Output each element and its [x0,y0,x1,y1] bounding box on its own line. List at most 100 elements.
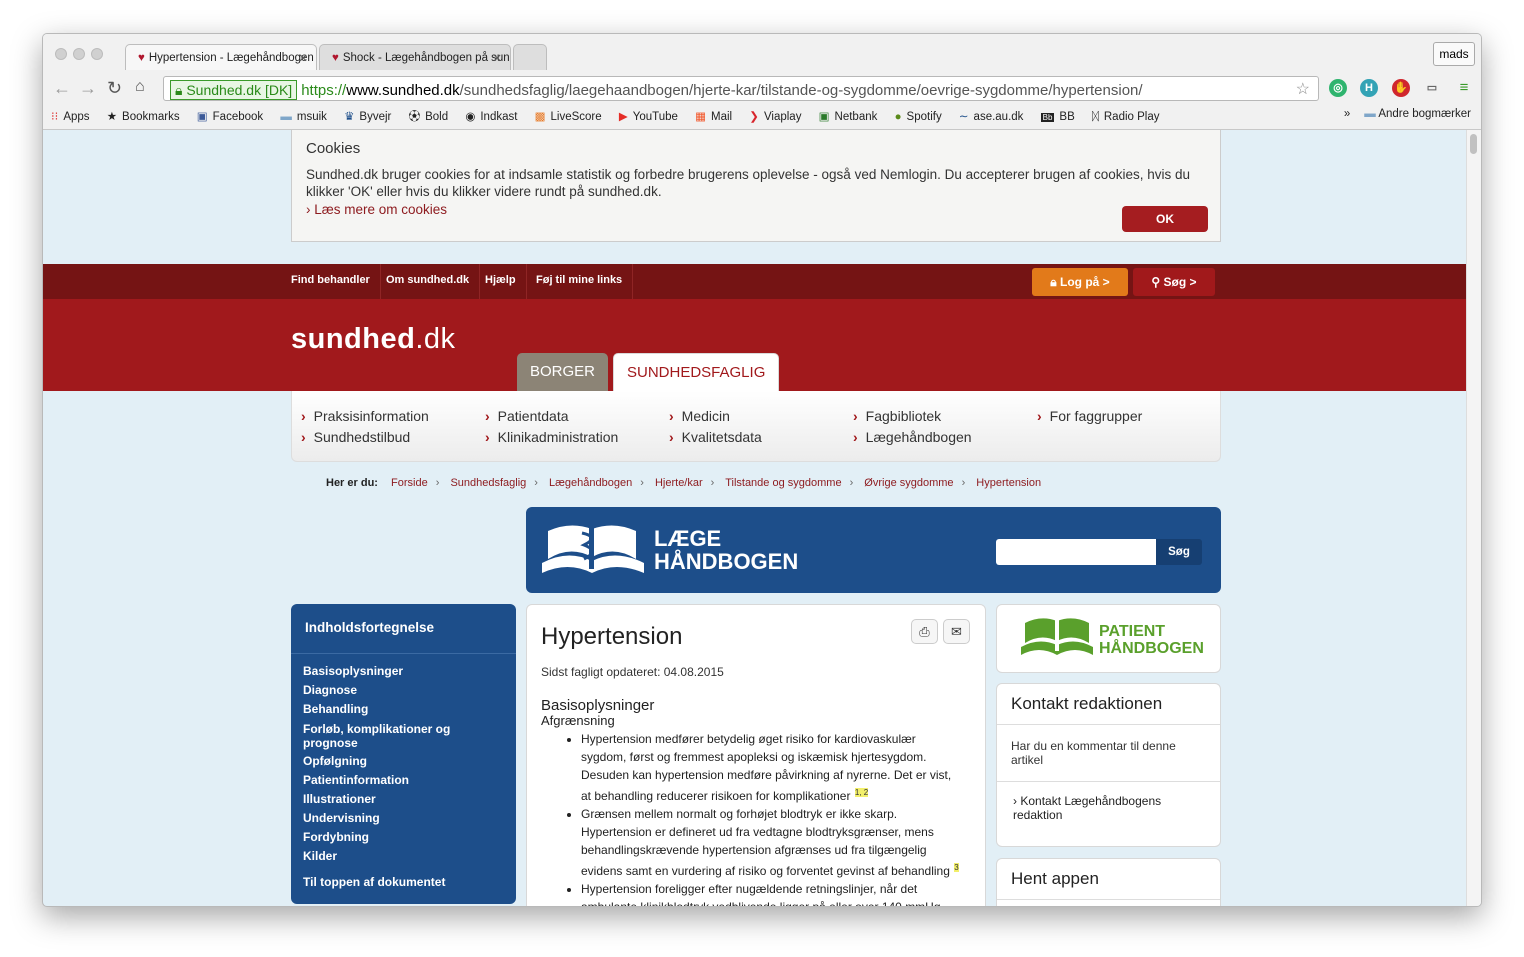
menu-item-fagbibliotek[interactable]: Fagbibliotek [853,408,942,424]
email-icon[interactable]: ✉ [943,619,970,644]
bookmark-youtube[interactable]: ▶ YouTube [619,109,678,123]
bookmark-indkast[interactable]: ◉ Indkast [465,109,517,123]
toc-item[interactable]: Fordybning [303,828,483,847]
to-top-link[interactable]: Til toppen af dokumentet [303,875,445,889]
bookmark-bookmarks[interactable]: ★ Bookmarks [107,109,180,123]
bookmark-spotify[interactable]: ● Spotify [895,111,942,123]
bookmark-radioplay[interactable]: ᛞ Radio Play [1092,111,1160,123]
adblock-icon[interactable]: ✋ [1392,79,1410,97]
bookmark-livescore[interactable]: ▩ LiveScore [535,109,602,123]
cookie-more-link[interactable]: › Læs mere om cookies [306,202,1206,217]
print-icon[interactable]: ⎙ [911,619,938,644]
menu-item-laegehaandbogen[interactable]: Lægehåndbogen [853,429,972,445]
minimize-dot[interactable] [73,48,85,60]
toc-item[interactable]: Basisoplysninger [303,662,483,681]
toc-item[interactable]: Kilder [303,847,483,866]
tab-borger[interactable]: BORGER [517,353,609,391]
contact-text: Har du en kommentar til denne artikel [1011,739,1176,767]
bookmark-facebook[interactable]: ▣ Facebook [197,109,263,123]
crumb-forside[interactable]: Forside [391,477,428,489]
menu-item-sundhedstilbud[interactable]: Sundhedstilbud [301,429,411,445]
menu-item-klinikadministration[interactable]: Klinikadministration [485,429,619,445]
back-icon[interactable]: ← [53,78,71,99]
bookmark-msuik[interactable]: ▬ msuik [280,111,327,123]
reload-icon[interactable]: ↻ [107,78,122,99]
menu-item-for-faggrupper[interactable]: For faggrupper [1037,408,1143,424]
app-title[interactable]: Hent appen [997,859,1220,900]
close-icon[interactable]: ✕ [298,51,308,65]
zoom-dot[interactable] [91,48,103,60]
toc-item[interactable]: Illustrationer [303,790,483,809]
cast-icon[interactable]: ▭ [1423,79,1441,97]
tab-hypertension[interactable]: ♥ Hypertension - Lægehåndbogen ✕ [125,44,317,70]
reference-link[interactable]: 3 [954,863,959,872]
heart-icon: ♥ [138,52,145,64]
laegehaandbogen-title[interactable]: LÆGE HÅNDBOGEN [654,527,798,573]
crumb-hypertension[interactable]: Hypertension [976,477,1041,489]
crumb-tilstande[interactable]: Tilstande og sygdomme [725,477,841,489]
address-bar[interactable]: 🔒︎ Sundhed.dk [DK] https://www.sundhed.dk… [163,76,1319,101]
login-button[interactable]: 🔒︎ Log på > [1032,268,1128,296]
menu-item-medicin[interactable]: Medicin [669,408,730,424]
link-hjaelp[interactable]: Hjælp [475,264,527,299]
reference-link[interactable]: 1, 2 [854,788,869,797]
bookmark-ase[interactable]: ∼ ase.au.dk [959,109,1024,123]
bookmark-viaplay[interactable]: ❯ Viaplay [749,109,801,123]
toc-item[interactable]: Patientinformation [303,771,483,790]
window-controls[interactable] [55,47,109,65]
toc-item[interactable]: Undervisning [303,809,483,828]
toc-item[interactable]: Forløb, komplikationer og prognose [303,719,483,752]
book-logo-icon [1021,615,1093,655]
crumb-sundhedsfaglig[interactable]: Sundhedsfaglig [450,477,526,489]
link-find-behandler[interactable]: Find behandler [281,264,381,299]
link-foej-til-links[interactable]: Føj til mine links [526,264,634,299]
crumb-hjerte-kar[interactable]: Hjerte/kar [655,477,703,489]
bookmark-star-icon[interactable]: ☆ [1296,79,1310,99]
search-button[interactable]: ⚲ Søg > [1133,268,1215,296]
sundhed-logo[interactable]: sundhed.dk [291,323,456,356]
bookmark-mail[interactable]: ▦ Mail [695,109,732,123]
close-icon[interactable]: ✕ [492,51,502,65]
forward-icon[interactable]: → [79,78,97,99]
scrollbar-thumb[interactable] [1470,134,1477,154]
cookie-text: Sundhed.dk bruger cookies for at indsaml… [306,167,1190,199]
menu-item-praksisinformation[interactable]: Praksisinformation [301,408,429,424]
extension-h-icon[interactable]: H [1360,79,1378,97]
toc-item[interactable]: Behandling [303,700,483,719]
home-icon[interactable]: ⌂ [135,78,145,96]
toc-item[interactable]: Diagnose [303,681,483,700]
extension-a-icon[interactable]: ◎ [1329,79,1347,97]
crumb-laegehaandbogen[interactable]: Lægehåndbogen [549,477,632,489]
chevron-double-right-icon[interactable]: » [1344,108,1350,120]
site-header: sundhed.dk BORGER SUNDHEDSFAGLIG [43,299,1468,391]
tab-sundhedsfaglig[interactable]: SUNDHEDSFAGLIG [613,353,780,391]
tab-shock[interactable]: ♥Shock - Lægehåndbogen på sundhed.dk✕ [319,44,511,70]
link-om-sundhed[interactable]: Om sundhed.dk [376,264,481,299]
menu-item-kvalitetsdata[interactable]: Kvalitetsdata [669,429,762,445]
contact-link[interactable]: › Kontakt Lægehåndbogens redaktion [997,781,1220,834]
bookmark-netbank[interactable]: ▣ Netbank [819,109,878,123]
scrollbar[interactable] [1466,130,1481,906]
laegehaandbogen-search-button[interactable]: Søg [1156,539,1202,565]
other-bookmarks[interactable]: » ▬ Andre bogmærker [1344,108,1471,120]
menu-icon[interactable]: ≡ [1455,79,1473,97]
page-content: Cookies Sundhed.dk bruger cookies for at… [43,130,1468,906]
patienthaandbogen-link[interactable]: PATIENT HÅNDBOGEN [996,604,1221,673]
bookmark-apps[interactable]: ⁝⁝ Apps [51,109,90,123]
bookmark-bb[interactable]: Bb BB [1040,111,1075,123]
close-dot[interactable] [55,48,67,60]
new-tab-button[interactable] [513,44,547,70]
crumb-oevrige[interactable]: Øvrige sygdomme [864,477,953,489]
contact-box: Kontakt redaktionen Har du en kommentar … [996,683,1221,847]
menu-item-patientdata[interactable]: Patientdata [485,408,569,424]
browser-window: ♥ Hypertension - Lægehåndbogen ✕ ♥ Shock - … [42,33,1482,907]
book-logo-icon [542,519,644,573]
bookmark-byvejr[interactable]: ♛ Byvejr [344,109,391,123]
bookmark-bold[interactable]: ⚽︎ Bold [409,108,449,124]
toc-item[interactable]: Opfølgning [303,752,483,771]
cookie-ok-button[interactable]: OK [1122,206,1208,232]
profile-button[interactable]: mads [1433,42,1475,66]
viaplay-icon: ❯ [749,111,759,123]
laegehaandbogen-search-input[interactable] [996,539,1156,565]
cookie-banner: Cookies Sundhed.dk bruger cookies for at… [291,130,1221,242]
